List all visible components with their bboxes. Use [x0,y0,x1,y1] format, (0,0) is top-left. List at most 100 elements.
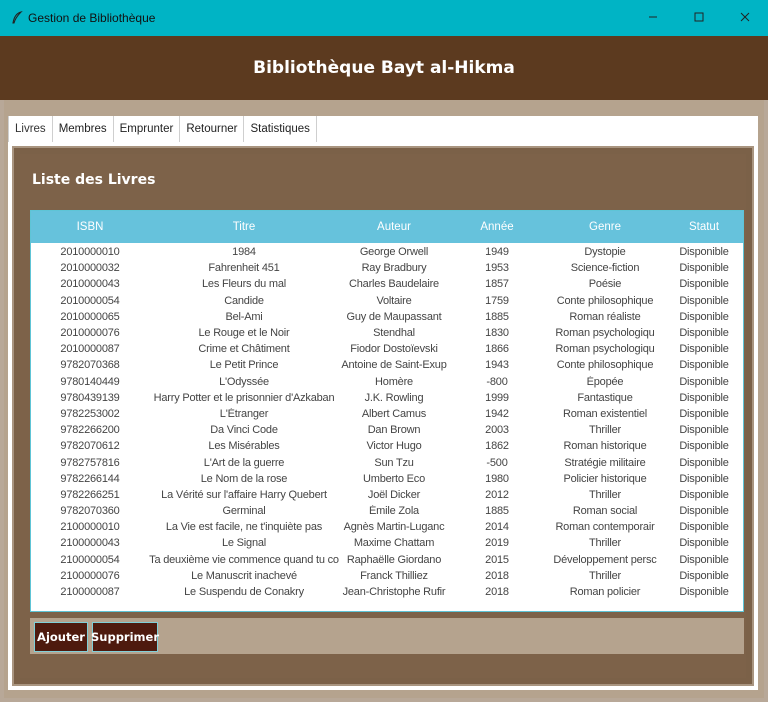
cell-titre: La Vie est facile, ne t'inquiète pas [165,521,323,534]
cell-titre: Le Manuscrit inachevé [191,569,297,582]
cell-isbn: 9782266144 [60,472,120,485]
cell-genre: Policier historique [563,472,647,485]
table-row[interactable]: 2010000076 Le Rouge et le Noir Stendhal 183… [31,325,743,341]
table-row[interactable]: 2100000043 Le Signal Maxime Chattam 2019 Thr… [31,535,743,551]
cell-auteur: Ray Bradbury [361,262,427,275]
table-row[interactable]: 9782070360 Germinal Émile Zola 1885 Roman so… [31,503,743,519]
column-header-genre[interactable]: Genre [545,221,665,233]
cell-isbn: 2010000054 [60,294,120,307]
cell-annee: 2018 [485,569,509,582]
table-row[interactable]: 9782757816 L'Art de la guerre Sun Tzu -500 S… [31,454,743,470]
cell-auteur: Victor Hugo [366,440,422,453]
cell-annee: 1885 [485,505,509,518]
cell-isbn: 2100000087 [60,586,120,599]
column-header-annee[interactable]: Année [449,221,545,233]
table-row[interactable]: 9782253002 L'Étranger Albert Camus 1942 Roma… [31,406,743,422]
cell-annee: 2014 [485,521,509,534]
column-header-auteur[interactable]: Auteur [339,221,449,233]
cell-titre: Candide [224,294,264,307]
cell-auteur: Homère [375,375,413,388]
table-row[interactable]: 2010000032 Fahrenheit 451 Ray Bradbury 1953… [31,260,743,276]
cell-statut: Disponible [679,521,729,534]
cell-auteur: J.K. Rowling [364,391,424,404]
column-header-isbn[interactable]: ISBN [31,221,149,233]
cell-titre: Les Fleurs du mal [201,278,287,291]
table-header: ISBN Titre Auteur Année Genre Statut [31,211,743,243]
table-row[interactable]: 9782266144 Le Nom de la rose Umberto Eco 19… [31,471,743,487]
column-header-titre[interactable]: Titre [149,221,339,233]
cell-isbn: 2100000010 [60,521,120,534]
cell-titre: L'Odyssée [219,375,269,388]
cell-auteur: Sun Tzu [374,456,414,469]
cell-statut: Disponible [679,488,729,501]
table-row[interactable]: 2100000054 Ta deuxième vie commence quand… [31,552,743,568]
table-row[interactable]: 9782266251 La Vérité sur l'affaire Harry … [31,487,743,503]
cell-isbn: 9782266200 [60,424,120,437]
cell-genre: Fantastique [577,391,633,404]
cell-auteur: Joël Dicker [367,488,421,501]
cell-genre: Roman social [572,505,638,518]
app-header: Bibliothèque Bayt al-Hikma [0,36,768,100]
cell-titre: Ta deuxième vie commence quand tu co [149,553,339,566]
tab-livres[interactable]: Livres [8,116,53,142]
cell-statut: Disponible [679,456,729,469]
tab-bar: Livres Membres Emprunter Retourner Stati… [8,116,758,142]
table-row[interactable]: 9780140449 L'Odyssée Homère -800 Épopée Dispo… [31,374,743,390]
cell-isbn: 9782070612 [60,440,120,453]
tab-retourner[interactable]: Retourner [180,116,245,142]
table-row[interactable]: 2100000087 Le Suspendu de Conakry Jean-Chr… [31,584,743,600]
table-row[interactable]: 2010000010 1984 George Orwell 1949 Dystopie D… [31,244,743,260]
table-row[interactable]: 9782266200 Da Vinci Code Dan Brown 2003 Thri… [31,422,743,438]
cell-annee: 1999 [485,391,509,404]
table-row[interactable]: 2100000010 La Vie est facile, ne t'inquiè… [31,519,743,535]
cell-isbn: 2010000043 [60,278,120,291]
table-row[interactable]: 2010000065 Bel-Ami Guy de Maupassant 1885 Ro… [31,309,743,325]
table-body: 2010000010 1984 George Orwell 1949 Dystopie D… [31,243,743,600]
cell-genre: Roman réaliste [569,310,641,323]
cell-annee: -800 [486,375,508,388]
cell-auteur: Raphaëlle Giordano [346,553,442,566]
cell-statut: Disponible [679,424,729,437]
cell-titre: 1984 [232,246,256,259]
table-row[interactable]: 2100000076 Le Manuscrit inachevé Franck Th… [31,568,743,584]
app-title: Bibliothèque Bayt al-Hikma [253,58,515,78]
add-book-button[interactable]: Ajouter [34,622,88,652]
cell-genre: Roman existentiel [562,407,648,420]
books-table[interactable]: ISBN Titre Auteur Année Genre Statut 201… [30,210,744,612]
cell-auteur: Voltaire [376,294,412,307]
cell-titre: L'Art de la guerre [203,456,285,469]
cell-auteur: Umberto Eco [363,472,425,485]
cell-isbn: 2010000032 [60,262,120,275]
tab-statistiques[interactable]: Statistiques [244,116,317,142]
delete-book-button[interactable]: Supprimer [91,622,159,652]
table-row[interactable]: 2010000054 Candide Voltaire 1759 Conte philo… [31,293,743,309]
cell-statut: Disponible [679,505,729,518]
window-titlebar: Gestion de Bibliothèque [0,0,768,36]
cell-isbn: 2010000087 [60,343,120,356]
cell-isbn: 9782757816 [60,456,120,469]
table-row[interactable]: 9782070368 Le Petit Prince Antoine de Sain… [31,357,743,373]
cell-statut: Disponible [679,343,729,356]
maximize-button[interactable] [676,0,722,36]
table-row[interactable]: 2010000087 Crime et Châtiment Fiodor Dosto… [31,341,743,357]
cell-auteur: Fiodor Dostoïevski [350,343,438,356]
column-header-statut[interactable]: Statut [665,221,743,233]
maximize-icon [694,9,704,27]
cell-genre: Stratégie militaire [564,456,646,469]
tab-membres[interactable]: Membres [52,116,114,142]
cell-auteur: Agnès Martin-Luganc [343,521,445,534]
tab-emprunter[interactable]: Emprunter [113,116,181,142]
cell-isbn: 9782266251 [60,488,120,501]
close-button[interactable] [722,0,768,36]
table-row[interactable]: 9782070612 Les Misérables Victor Hugo 1862 R… [31,438,743,454]
table-row[interactable]: 9780439139 Harry Potter et le prisonnier … [31,390,743,406]
cell-isbn: 2010000076 [60,327,120,340]
table-row[interactable]: 2010000043 Les Fleurs du mal Charles Baude… [31,276,743,292]
cell-genre: Épopée [586,375,624,388]
minimize-button[interactable] [630,0,676,36]
cell-annee: 1980 [485,472,509,485]
cell-annee: 2019 [485,537,509,550]
cell-auteur: Maxime Chattam [353,537,435,550]
cell-genre: Thriller [588,537,621,550]
cell-titre: Le Petit Prince [209,359,279,372]
